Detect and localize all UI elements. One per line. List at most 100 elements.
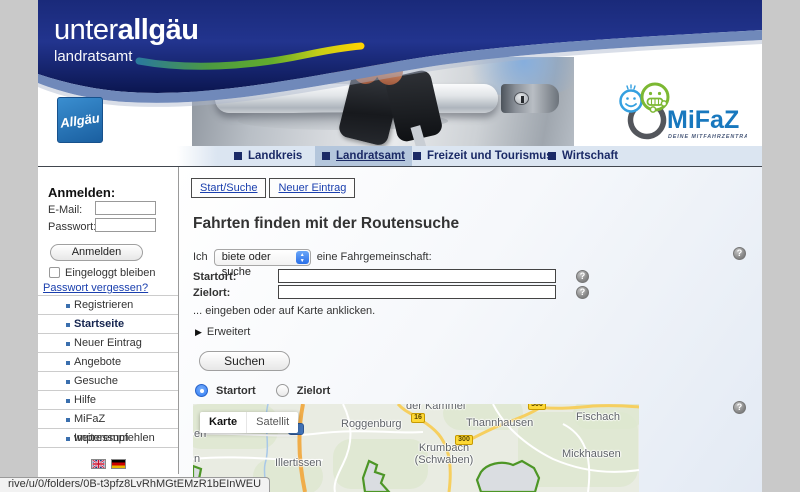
mode-select[interactable]: biete oder suche ▲▼ [214,249,311,266]
help-icon[interactable]: ? [576,286,589,299]
search-button[interactable]: Suchen [199,351,290,371]
triangle-right-icon: ▶ [195,327,202,338]
select-stepper-icon: ▲▼ [296,251,309,264]
start-input[interactable] [278,269,556,283]
map-mode-radios: Startort Zielort [195,384,342,397]
site-container: unterallgäu landratsamt Allgäu [38,0,762,492]
bullet-icon [66,437,70,441]
route-badge: 300 [455,435,473,445]
startort-radio[interactable] [195,384,208,397]
tab-start-suche[interactable]: Start/Suche [191,178,266,198]
tab-label: Start/Suche [200,182,257,194]
map-place-label: Illertissen [275,457,321,469]
start-label: Startort: [193,271,236,283]
help-icon[interactable]: ? [733,401,746,414]
sentence-prefix: Ich [193,251,208,263]
sidebar-item-startseite[interactable]: Startseite [38,315,178,334]
nav-bullet-icon [548,152,556,160]
status-bar-link-preview: rive/u/0/folders/0B-t3pfz8LvRhMGtEMzR1bE… [0,477,270,492]
nav-item-freizeit-und-tourismus[interactable]: Freizeit und Tourismus [413,146,553,166]
map-place-label: Fischach [576,411,620,423]
satellite-view-button[interactable]: Satellit [247,412,298,433]
brand-swoosh [133,40,368,72]
bullet-icon [66,342,70,346]
mifaz-wordmark: MiFaZ [667,106,739,134]
allgaeu-logo: Allgäu [57,97,103,143]
main-content: Start/Suche Neuer Eintrag Fahrten finden… [179,167,762,492]
route-badge: 300 [528,404,546,410]
map-place-label: n [194,453,200,465]
nav-item-wirtschaft[interactable]: Wirtschaft [548,146,618,166]
sidebar-item-impressum[interactable]: Impressum [38,429,178,448]
brand-name-light: unter [54,14,118,46]
advanced-label: Erweitert [207,326,250,338]
sidebar-item-label: Startseite [74,318,124,330]
content-tabs: Start/Suche Neuer Eintrag [191,178,355,198]
bullet-icon [66,304,70,308]
header-divider [38,166,762,167]
help-icon[interactable]: ? [576,270,589,283]
map-place-label: der Kammel [406,404,465,412]
startort-radio-label: Startort [216,385,256,397]
sidebar-item-registrieren[interactable]: Registrieren [38,296,178,315]
top-navigation: Landkreis Landratsamt Freizeit und Touri… [177,146,762,166]
bullet-icon [66,399,70,403]
english-flag-icon[interactable] [91,459,106,469]
sidebar: Anmelden: E-Mail: Passwort: Anmelden Ein… [38,167,178,492]
sidebar-item-mifaz-weiterempfehlen[interactable]: MiFaZ weiterempfehlen [38,410,178,429]
map-place-label: Mickhausen [562,448,621,460]
password-field[interactable] [95,218,156,232]
destination-label: Zielort: [193,287,230,299]
map-type-control: Karte Satellit [200,412,298,433]
forgot-password-link[interactable]: Passwort vergessen? [43,282,148,294]
zielort-radio[interactable] [276,384,289,397]
zielort-radio-label: Zielort [297,385,331,397]
sidebar-item-label: Hilfe [74,394,96,406]
nav-item-label: Freizeit und Tourismus [427,150,553,162]
sidebar-item-label: Neuer Eintrag [74,337,142,349]
mode-sentence: Ich biete oder suche ▲▼ eine Fahrgemeins… [193,248,432,266]
nav-item-label: Landratsamt [336,150,405,162]
destination-input[interactable] [278,285,556,299]
login-button[interactable]: Anmelden [50,244,143,261]
sidebar-menu: Registrieren Startseite Neuer Eintrag An… [38,295,178,448]
page: unterallgäu landratsamt Allgäu [0,0,800,492]
language-switcher [91,459,126,469]
nav-item-label: Wirtschaft [562,150,618,162]
sidebar-item-label: Impressum [74,432,128,444]
help-icon[interactable]: ? [733,247,746,260]
tab-neuer-eintrag[interactable]: Neuer Eintrag [269,178,355,198]
login-title: Anmelden: [48,185,115,200]
allgaeu-logo-label: Allgäu [59,110,100,130]
stay-logged-in-checkbox[interactable] [49,267,60,278]
sidebar-item-gesuche[interactable]: Gesuche [38,372,178,391]
route-badge: 16 [411,413,425,423]
bullet-icon [66,380,70,384]
tab-label: Neuer Eintrag [278,182,346,194]
email-label: E-Mail: [48,204,82,216]
mifaz-tagline: DEINE MITFAHRZENTRALE [668,134,747,140]
page-title: Fahrten finden mit der Routensuche [193,215,459,233]
nav-bullet-icon [413,152,421,160]
sidebar-item-angebote[interactable]: Angebote [38,353,178,372]
sidebar-item-hilfe[interactable]: Hilfe [38,391,178,410]
map-hint-text: ... eingeben oder auf Karte anklicken. [193,305,375,317]
map-place-label: (Schwaben) [403,454,485,466]
advanced-toggle[interactable]: ▶ Erweitert [195,326,250,338]
bullet-icon [66,323,70,327]
german-flag-icon[interactable] [111,459,126,469]
sidebar-item-neuer-eintrag[interactable]: Neuer Eintrag [38,334,178,353]
sidebar-item-label: Angebote [74,356,121,368]
nav-item-landratsamt[interactable]: Landratsamt [315,146,412,166]
sidebar-item-label: Registrieren [74,299,133,311]
sentence-suffix: eine Fahrgemeinschaft: [317,251,432,263]
bullet-icon [66,361,70,365]
email-field[interactable] [95,201,156,215]
nav-item-landkreis[interactable]: Landkreis [234,146,302,166]
stay-logged-in-label: Eingeloggt bleiben [65,267,156,279]
nav-bullet-icon [322,152,330,160]
mifaz-blue-smiley-icon [621,85,642,112]
map-view-button[interactable]: Karte [200,412,246,433]
nav-item-label: Landkreis [248,150,302,162]
map-place-label: Roggenburg [341,418,402,430]
